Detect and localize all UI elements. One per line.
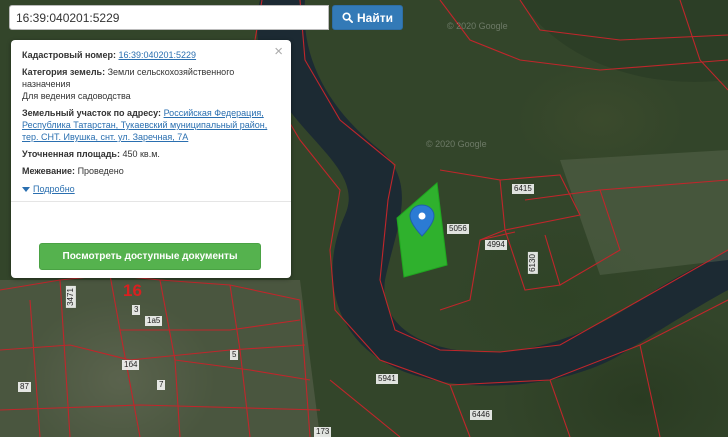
plot-number-label: 5 [230,350,239,360]
plot-number-label: 173 [314,427,332,437]
area-value: 450 кв.м. [122,149,160,159]
search-button-label: Найти [357,10,393,25]
map-copyright-watermark: © 2020 Google [426,139,487,149]
cadastral-number-row: Кадастровый номер: 16:39:040201:5229 [22,49,280,61]
plot-number-label: 5941 [376,374,398,384]
search-button[interactable]: Найти [332,5,403,30]
area-row: Уточненная площадь: 450 кв.м. [22,148,280,160]
view-documents-button[interactable]: Посмотреть доступные документы [39,243,261,270]
search-input[interactable] [9,5,329,30]
area-label: Уточненная площадь: [22,149,120,159]
plot-number-label: 87 [18,382,31,392]
triangle-down-icon [22,186,30,192]
search-bar: Найти [9,5,403,30]
parcel-info-panel: × Кадастровый номер: 16:39:040201:5229 К… [11,40,291,278]
plot-number-label: 7 [157,380,166,390]
cadastral-number-link[interactable]: 16:39:040201:5229 [118,50,196,60]
map-copyright-watermark: © 2020 Google [447,21,508,31]
survey-label: Межевание: [22,166,76,176]
address-label: Земельный участок по адресу: [22,108,162,118]
survey-value: Проведено [77,166,124,176]
satellite-map[interactable]: © 2020 Google © 2020 Google 16 6415 5056… [0,0,728,437]
land-category-label: Категория земель: [22,67,106,77]
plot-number-label: 3471 [65,286,76,308]
block-number-label: 16 [123,281,142,300]
plot-number-label: 6446 [470,410,492,420]
search-icon [342,12,353,23]
land-usage-value: Для ведения садоводства [22,91,131,101]
plot-number-label: 5056 [447,224,469,234]
plot-number-label: 1б4 [122,360,140,370]
plot-number-label: 1а5 [145,316,163,326]
land-category-row: Категория земель: Земли сельскохозяйстве… [22,66,280,102]
panel-divider [11,201,291,202]
plot-number-label: 4994 [485,240,507,250]
plot-number-label: 6415 [512,184,534,194]
close-icon[interactable]: × [274,44,283,59]
survey-row: Межевание: Проведено [22,165,280,177]
cadastral-number-label: Кадастровый номер: [22,50,116,60]
plot-number-label: 6130 [527,252,538,274]
details-link[interactable]: Подробно [33,183,75,195]
address-row: Земельный участок по адресу: Российская … [22,107,280,143]
plot-number-label: 3 [132,305,141,315]
details-toggle[interactable]: Подробно [22,183,280,195]
